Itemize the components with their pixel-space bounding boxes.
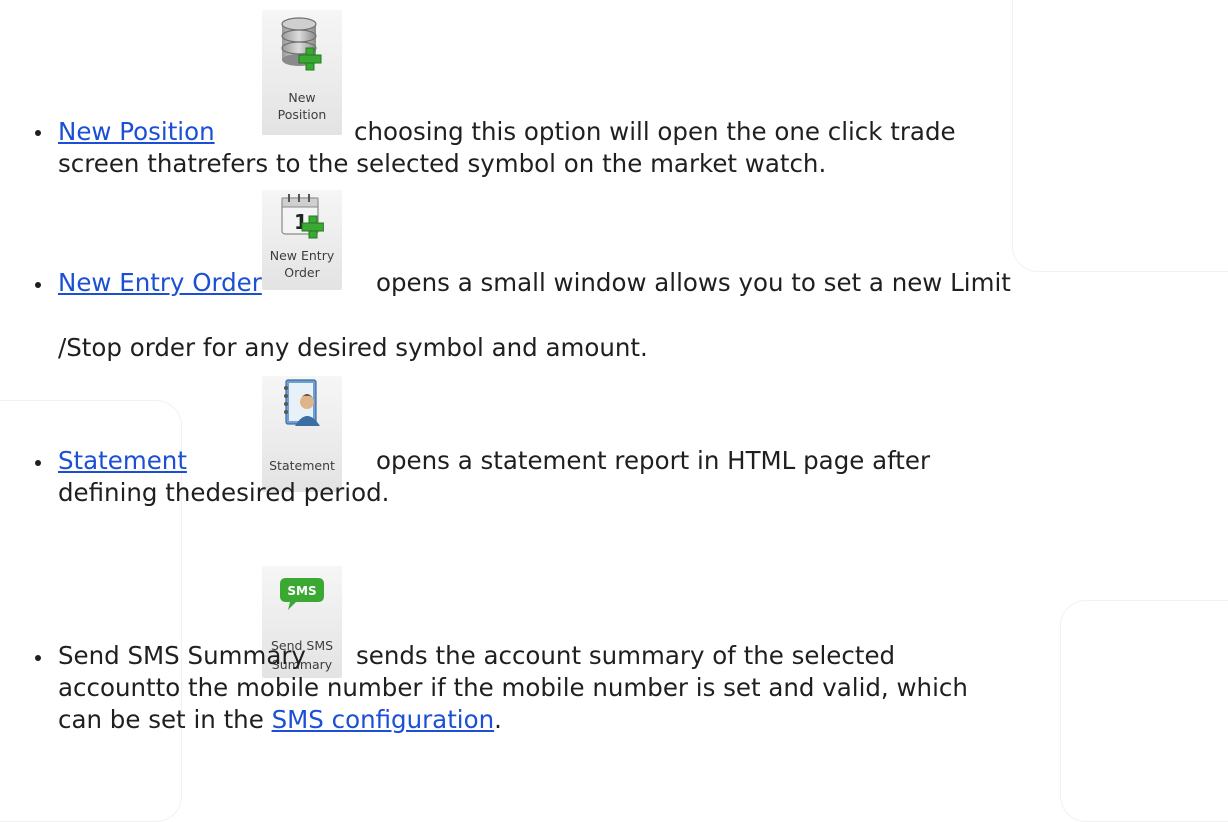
- background-decoration: [1060, 600, 1228, 822]
- background-decoration: [1012, 0, 1228, 272]
- item-text: can be set in the: [58, 705, 264, 734]
- bullet: [35, 655, 41, 661]
- database-add-icon: [281, 17, 322, 71]
- bullet: [35, 282, 41, 288]
- item-text: screen thatrefers to the selected symbol…: [58, 149, 827, 178]
- icon-caption: New: [288, 90, 316, 105]
- statement-ribbon-button[interactable]: Statement: [262, 376, 342, 492]
- new-position-link[interactable]: New Position: [58, 117, 215, 146]
- address-book-icon: [284, 379, 320, 426]
- item-text: choosing this option will open the one c…: [354, 117, 956, 146]
- item-text: accountto the mobile number if the mobil…: [58, 673, 968, 702]
- icon-caption: Order: [284, 265, 320, 280]
- bullet: [35, 460, 41, 466]
- new-position-ribbon-button[interactable]: New Position: [262, 10, 342, 135]
- item-text: opens a statement report in HTML page af…: [376, 446, 931, 475]
- item-title: Send SMS Summary: [58, 641, 306, 670]
- item-text: .: [494, 705, 502, 734]
- sms-badge-text: SMS: [287, 584, 316, 598]
- new-entry-order-link[interactable]: New Entry Order: [58, 268, 262, 297]
- sms-configuration-link[interactable]: SMS configuration: [272, 705, 495, 734]
- icon-caption: Statement: [269, 458, 335, 473]
- statement-link[interactable]: Statement: [58, 446, 187, 475]
- bullet: [35, 130, 41, 136]
- item-text: sends the account summary of the selecte…: [356, 641, 896, 670]
- new-entry-order-ribbon-button[interactable]: 1 New Entry Order: [262, 190, 342, 290]
- calendar-add-icon: 1: [281, 194, 324, 239]
- item-text: defining thedesired period.: [58, 478, 390, 507]
- item-text: opens a small window allows you to set a…: [376, 268, 1011, 297]
- icon-caption: New Entry: [269, 248, 335, 263]
- item-text: /Stop order for any desired symbol and a…: [58, 333, 648, 362]
- sms-bubble-icon: SMS: [280, 578, 324, 610]
- icon-caption: Position: [277, 107, 327, 122]
